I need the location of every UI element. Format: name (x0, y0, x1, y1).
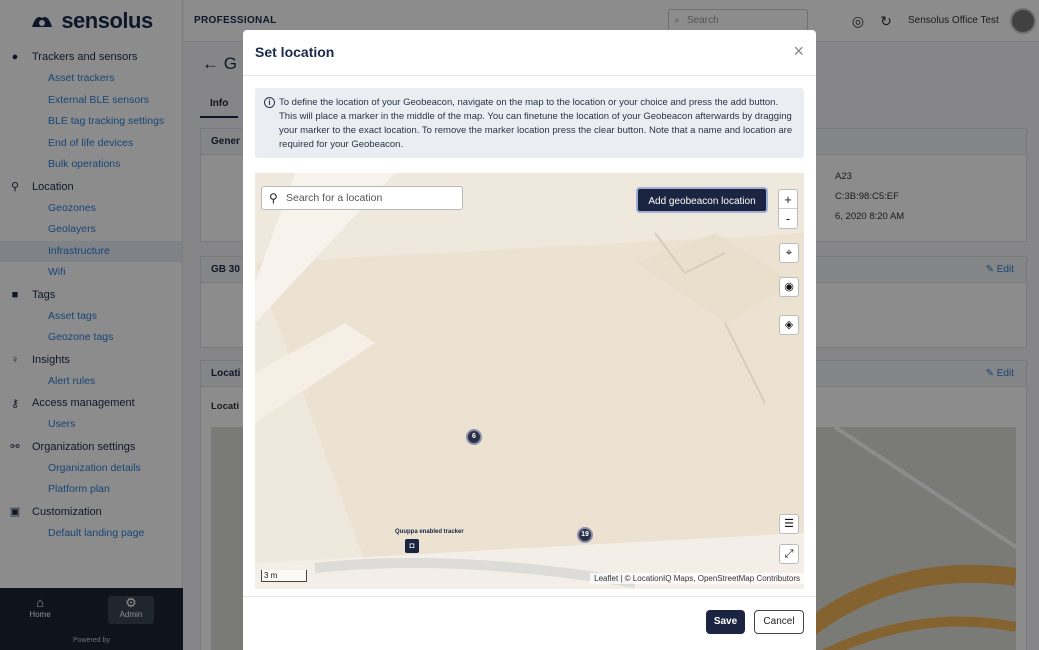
map-scale: 3 m (261, 570, 307, 582)
info-message: i To define the location of your Geobeac… (255, 88, 804, 158)
info-text: To define the location of your Geobeacon… (279, 97, 793, 150)
cluster-marker[interactable]: 6 (466, 429, 482, 445)
map-tiles (255, 173, 804, 589)
dialog-footer: Save Cancel (243, 596, 816, 650)
add-geobeacon-location-button[interactable]: Add geobeacon location (636, 187, 768, 213)
zoom-out-button[interactable]: - (779, 209, 797, 228)
map-search-placeholder: Search for a location (286, 192, 383, 204)
cancel-button[interactable]: Cancel (754, 610, 804, 634)
cluster-marker[interactable]: 19 (577, 527, 593, 543)
location-map[interactable]: ⚲ Search for a location Add geobeacon lo… (255, 173, 804, 589)
dialog-header: Set location × (243, 30, 816, 76)
search-icon: ⚲ (269, 191, 278, 205)
locate-icon[interactable]: ⌖ (779, 243, 799, 263)
layers-icon[interactable]: ◈ (779, 315, 799, 335)
tracker-label: Quuppa enabled tracker (395, 529, 464, 535)
globe-icon[interactable]: ◉ (779, 277, 799, 297)
close-icon[interactable]: × (793, 42, 804, 60)
map-search-input[interactable]: ⚲ Search for a location (261, 186, 463, 210)
map-attribution[interactable]: Leaflet | © LocationIQ Maps, OpenStreetM… (590, 573, 804, 584)
save-button[interactable]: Save (706, 610, 745, 634)
fullscreen-icon[interactable]: ⤢ (779, 544, 799, 564)
zoom-in-button[interactable]: + (779, 190, 797, 209)
list-icon[interactable]: ☰ (779, 514, 799, 534)
tracker-marker-icon[interactable]: ◘ (405, 539, 419, 553)
info-icon: i (264, 97, 275, 108)
dialog-title: Set location (255, 44, 335, 60)
set-location-dialog: Set location × i To define the location … (243, 30, 816, 650)
zoom-control: + - (778, 189, 798, 229)
